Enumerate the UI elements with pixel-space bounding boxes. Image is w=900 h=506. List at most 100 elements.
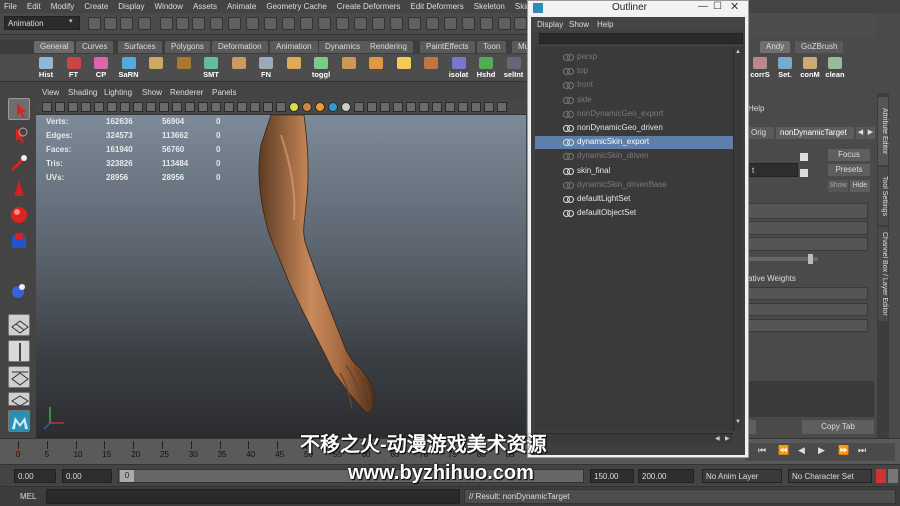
panel-toolbar-icon[interactable]	[328, 102, 338, 112]
panel-toolbar-icon[interactable]	[367, 102, 377, 112]
scale-tool-icon[interactable]	[8, 230, 30, 252]
attribute-section[interactable]	[748, 319, 868, 332]
tab-attribute-editor[interactable]: Attribute Editor	[878, 97, 888, 165]
shelf-tab[interactable]: General	[34, 41, 75, 53]
panel-toolbar-icon[interactable]	[484, 102, 494, 112]
outliner-item[interactable]: side	[535, 94, 733, 107]
status-line-icon[interactable]	[246, 17, 259, 30]
layout-graph-icon[interactable]	[8, 392, 30, 407]
panel-toolbar-icon[interactable]	[380, 102, 390, 112]
scroll-left-icon[interactable]: ◀	[715, 435, 720, 442]
status-line-icon[interactable]	[228, 17, 241, 30]
shelf-button[interactable]: CP	[89, 56, 113, 80]
status-line-icon[interactable]	[318, 17, 331, 30]
hide-button[interactable]: Hide	[850, 180, 870, 192]
maya-logo-icon[interactable]	[8, 410, 30, 432]
shelf-tab[interactable]: PaintEffects	[420, 41, 475, 53]
layout-single-pane-icon[interactable]	[8, 314, 30, 336]
panel-toolbar-icon[interactable]	[354, 102, 364, 112]
start-time-field[interactable]: 0.00	[14, 469, 56, 483]
select-tool-icon[interactable]	[8, 98, 30, 120]
panel-toolbar-icon[interactable]	[341, 102, 351, 112]
outliner-titlebar[interactable]: Outliner — ☐ ✕	[528, 1, 748, 15]
panel-toolbar-icon[interactable]	[81, 102, 91, 112]
menu-item[interactable]: File	[4, 2, 17, 11]
notes-area[interactable]	[748, 381, 874, 417]
shelf-tab[interactable]: Surfaces	[118, 41, 162, 53]
playback-control-icon[interactable]: ◀	[798, 445, 805, 456]
panel-menu-item[interactable]: Shading	[68, 88, 97, 97]
shelf-button[interactable]	[364, 56, 388, 80]
shelf-tab[interactable]: Rendering	[364, 41, 413, 53]
outliner-item[interactable]: defaultLightSet	[535, 193, 733, 206]
move-tool-icon[interactable]	[8, 178, 30, 200]
panel-menu-item[interactable]: Renderer	[170, 88, 203, 97]
attribute-section[interactable]	[748, 221, 868, 235]
outliner-item[interactable]: front	[535, 79, 733, 92]
panel-menu-item[interactable]: View	[42, 88, 59, 97]
show-button[interactable]: Show	[828, 180, 848, 192]
panel-toolbar-icon[interactable]	[393, 102, 403, 112]
shelf-tab[interactable]: Polygons	[165, 41, 210, 53]
outliner-filter-input[interactable]	[539, 33, 743, 44]
shelf-button[interactable]: FT	[62, 56, 86, 80]
status-line-icon[interactable]	[354, 17, 367, 30]
menu-item[interactable]: Display	[118, 2, 144, 11]
shelf-tab[interactable]: Dynamics	[319, 41, 367, 53]
status-line-icon[interactable]	[210, 17, 223, 30]
outliner-item[interactable]: dynamicSkin_export	[535, 136, 733, 150]
shelf-button[interactable]: FN	[254, 56, 278, 80]
anim-prefs-icon[interactable]	[888, 469, 898, 483]
outliner-item[interactable]: defaultObjectSet	[535, 207, 733, 220]
panel-toolbar-icon[interactable]	[224, 102, 234, 112]
panel-toolbar-icon[interactable]	[146, 102, 156, 112]
panel-toolbar-icon[interactable]	[315, 102, 325, 112]
status-line-icon[interactable]	[176, 17, 189, 30]
panel-toolbar-icon[interactable]	[120, 102, 130, 112]
tab-tool-settings[interactable]: Tool Settings	[878, 167, 888, 225]
panel-toolbar-icon[interactable]	[471, 102, 481, 112]
outliner-item[interactable]: nonDynamicGeo_export	[535, 108, 733, 121]
status-line-icon[interactable]	[120, 17, 133, 30]
scroll-up-icon[interactable]: ▲	[735, 49, 743, 57]
menu-item[interactable]: Edit	[27, 2, 41, 11]
universal-manip-icon[interactable]	[8, 280, 30, 302]
menu-item[interactable]: Animate	[227, 2, 256, 11]
tab-orig[interactable]: Orig	[748, 127, 774, 139]
shelf-button[interactable]: toggl	[309, 56, 333, 80]
end-time-field[interactable]: 200.00	[638, 469, 694, 483]
menu-item[interactable]: Create Deformers	[337, 2, 401, 11]
attribute-section[interactable]	[748, 287, 868, 300]
shelf-button[interactable]	[227, 56, 251, 80]
status-line-icon[interactable]	[264, 17, 277, 30]
status-line-icon[interactable]	[192, 17, 205, 30]
character-set-field[interactable]: No Character Set	[788, 469, 872, 483]
playback-control-icon[interactable]: ▶	[818, 445, 825, 456]
outliner-item[interactable]: dynamicSkin_driven	[535, 150, 733, 163]
scroll-right-icon[interactable]: ▶	[725, 435, 730, 442]
status-line-icon[interactable]	[480, 17, 493, 30]
panel-toolbar-icon[interactable]	[445, 102, 455, 112]
panel-toolbar-icon[interactable]	[497, 102, 507, 112]
shelf-button[interactable]: selInt	[502, 56, 526, 80]
panel-toolbar-icon[interactable]	[185, 102, 195, 112]
panel-toolbar-icon[interactable]	[250, 102, 260, 112]
panel-toolbar-icon[interactable]	[406, 102, 416, 112]
shelf-button[interactable]	[172, 56, 196, 80]
shelf-button[interactable]: Hist	[34, 56, 58, 80]
panel-toolbar-icon[interactable]	[276, 102, 286, 112]
rotate-tool-icon[interactable]	[8, 204, 30, 226]
outliner-horizontal-scrollbar[interactable]: ◀ ▶	[535, 433, 733, 443]
outliner-item[interactable]: nonDynamicGeo_driven	[535, 122, 733, 135]
copy-tab-button[interactable]: Copy Tab	[802, 420, 874, 434]
status-line-icon[interactable]	[372, 17, 385, 30]
outliner-menu-item[interactable]: Show	[569, 20, 589, 29]
status-line-icon[interactable]	[336, 17, 349, 30]
tab-scroll-left-icon[interactable]: ◀	[856, 127, 865, 139]
status-line-icon[interactable]	[138, 17, 151, 30]
select-node-icon[interactable]	[800, 153, 808, 161]
shelf-tab[interactable]: Deformation	[212, 41, 268, 53]
presets-button[interactable]: Presets	[828, 164, 870, 176]
menu-item[interactable]: Assets	[193, 2, 217, 11]
outliner-item[interactable]: top	[535, 65, 733, 78]
